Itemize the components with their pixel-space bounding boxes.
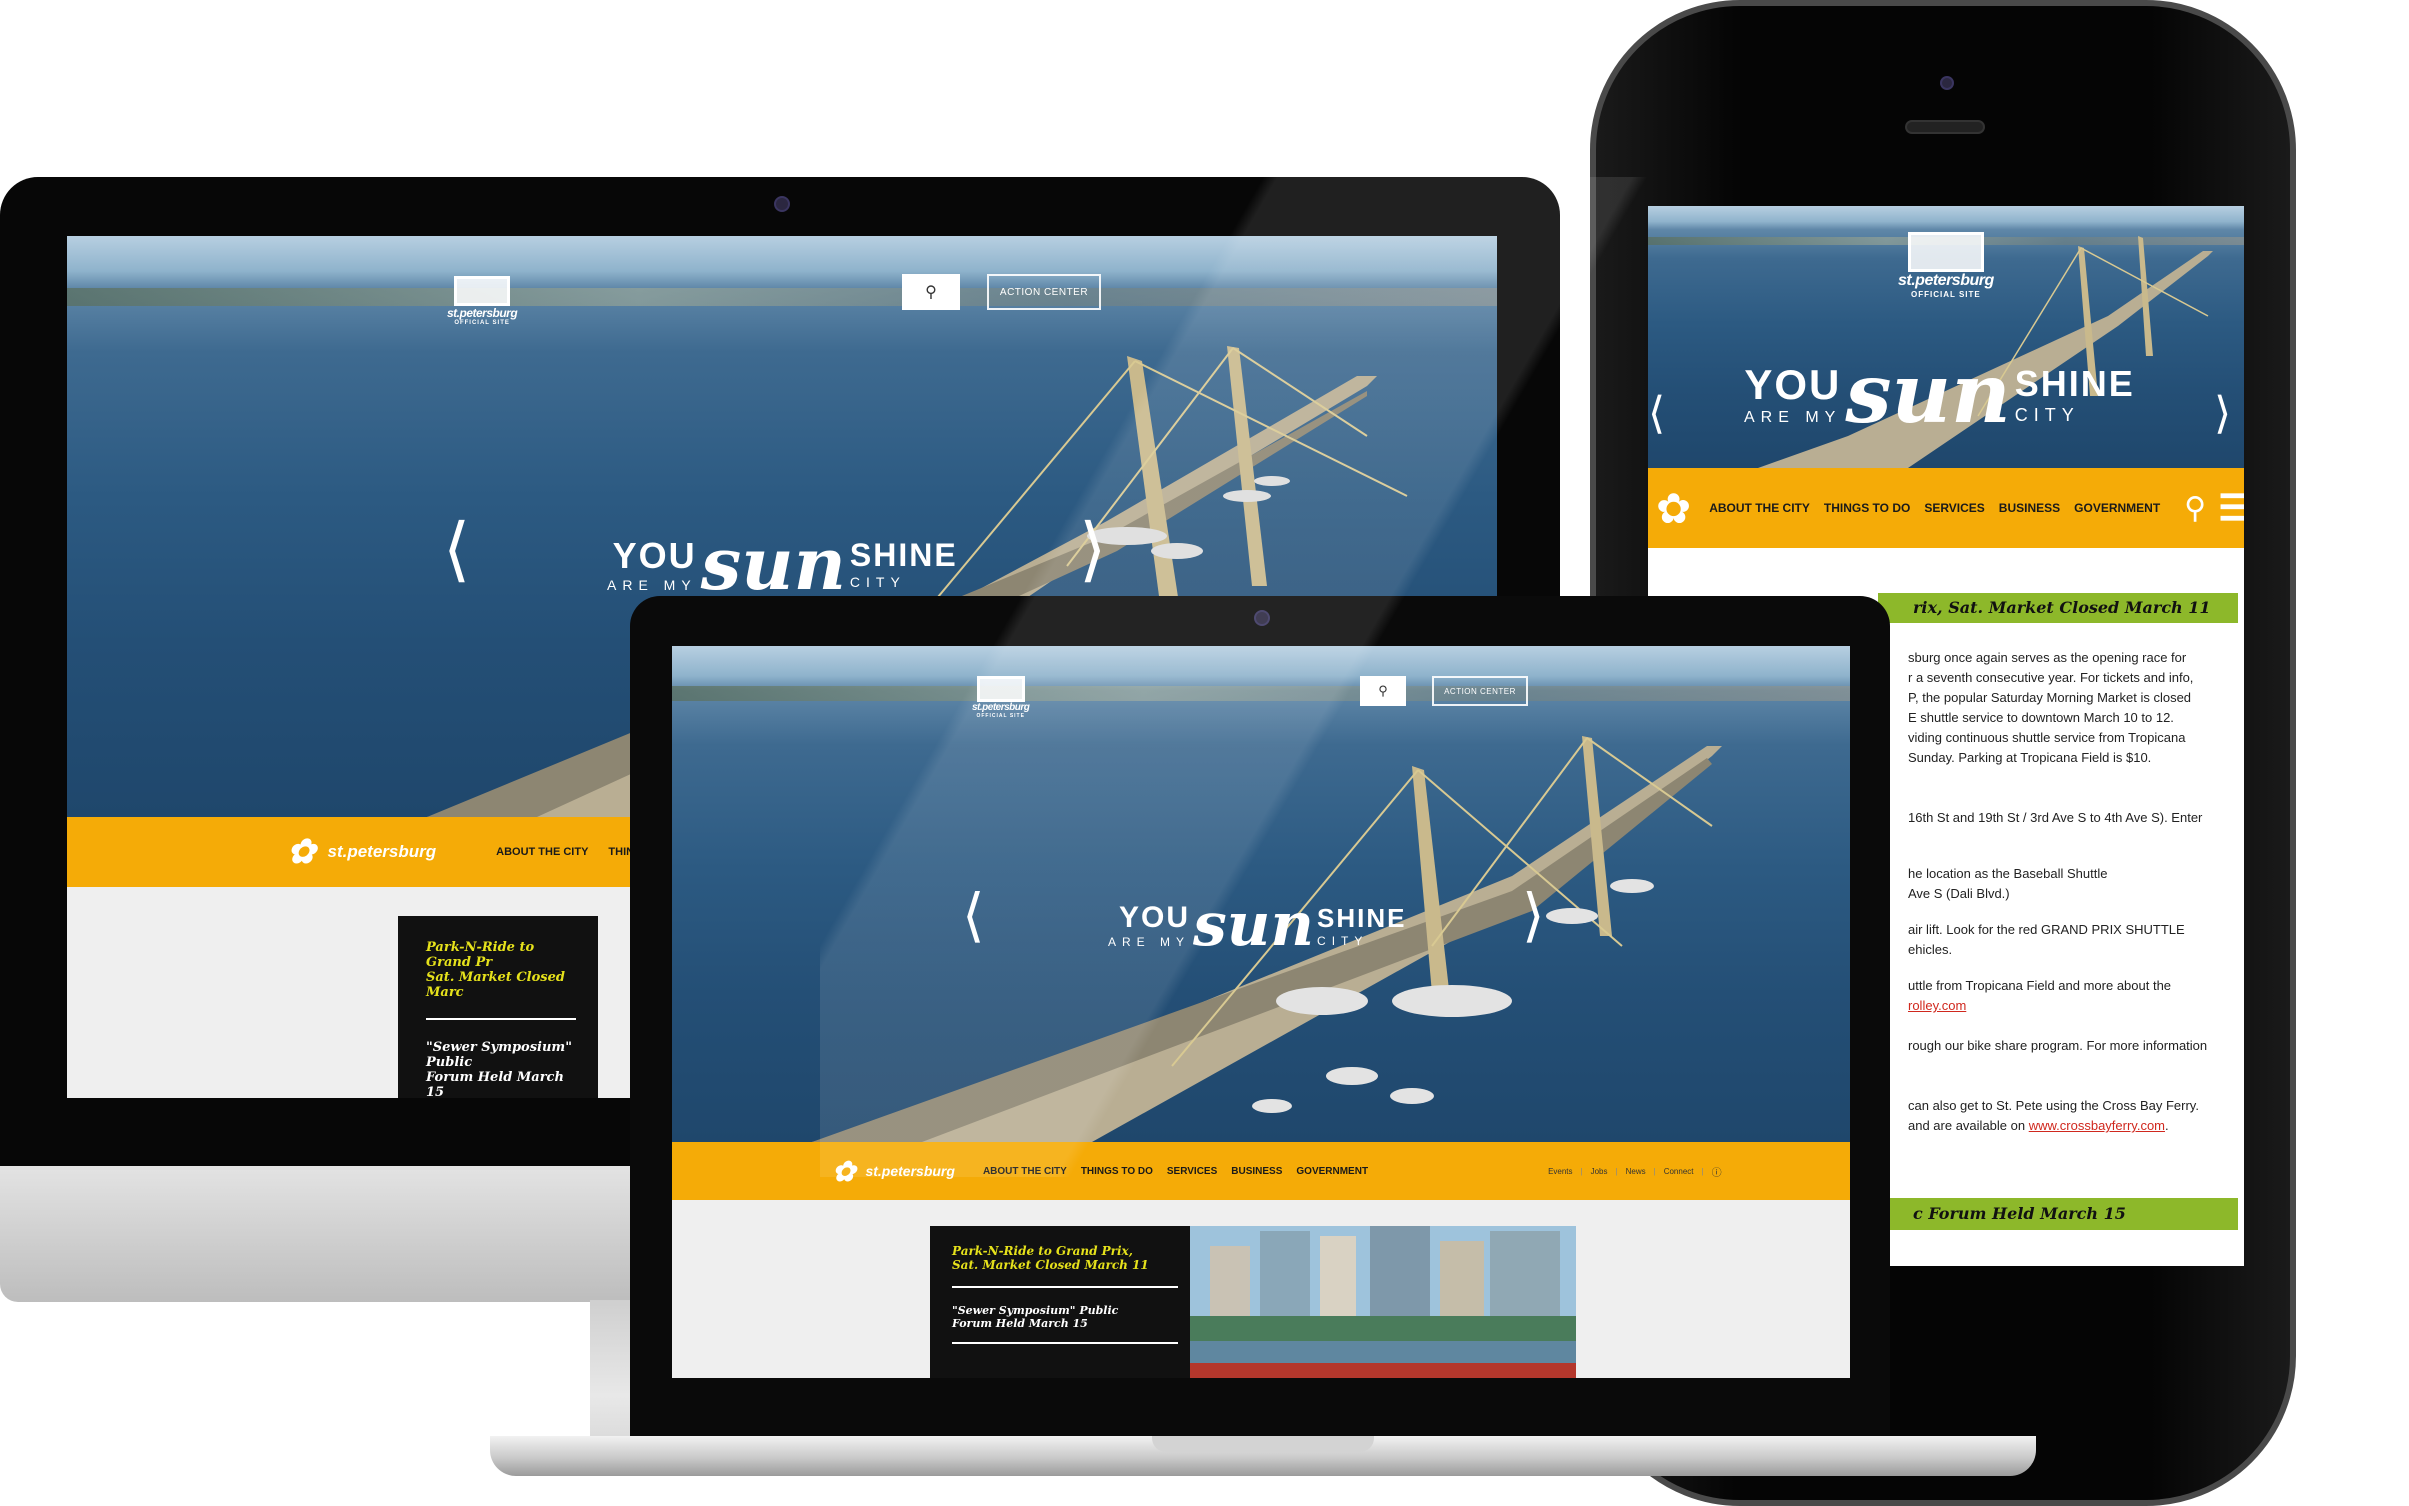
hero-tagline: YOU ARE MY sun SHINE CITY <box>607 521 958 606</box>
news-item[interactable]: "Sewer Symposium" Public Forum Held Marc… <box>426 1040 576 1098</box>
laptop-news-panel: Park-N-Ride to Grand Prix, Sat. Market C… <box>930 1226 1190 1378</box>
utility-jobs[interactable]: Jobs <box>1591 1167 1608 1176</box>
carousel-next-icon[interactable]: ⟩ <box>2214 392 2231 436</box>
search-icon: ⚲ <box>925 284 937 301</box>
nav-things-to-do[interactable]: THINGS TO DO <box>1081 1166 1153 1177</box>
laptop-navbar: ✿ st.petersburg ABOUT THE CITY THINGS TO… <box>672 1142 1850 1200</box>
nav-about-the-city[interactable]: ABOUT THE CITY <box>1709 501 1810 515</box>
search-icon[interactable]: ⚲ <box>2184 491 2206 526</box>
utility-news[interactable]: News <box>1626 1167 1646 1176</box>
nav-services[interactable]: SERVICES <box>1167 1166 1217 1177</box>
pelican-icon[interactable]: ✿ <box>1656 484 1691 533</box>
news-item[interactable]: "Sewer Symposium" Public Forum Held Marc… <box>952 1304 1178 1344</box>
action-center-button[interactable]: ACTION CENTER <box>987 274 1101 310</box>
news-item[interactable]: Park-N-Ride to Grand Pr Sat. Market Clos… <box>426 940 576 1020</box>
desktop-logo[interactable]: st.petersburg OFFICIAL SITE <box>447 276 518 326</box>
pelican-logo-icon <box>454 276 511 306</box>
phone-speaker <box>1905 120 1985 134</box>
laptop-camera <box>1254 610 1270 626</box>
marina-photo <box>1190 1226 1576 1378</box>
pelican-icon: ✿ <box>832 1155 856 1187</box>
nav-government[interactable]: GOVERNMENT <box>2074 501 2160 515</box>
phone-navbar: ✿ ABOUT THE CITY THINGS TO DO SERVICES B… <box>1648 468 2244 548</box>
action-center-button[interactable]: ACTION CENTER <box>1432 676 1528 706</box>
nav-business[interactable]: BUSINESS <box>1231 1166 1282 1177</box>
news-item[interactable]: Park-N-Ride to Grand Prix, Sat. Market C… <box>952 1244 1178 1288</box>
nav-about-the-city[interactable]: ABOUT THE CITY <box>983 1166 1067 1177</box>
search-button[interactable]: ⚲ <box>1360 676 1406 706</box>
nav-things-to-do[interactable]: THINGS TO DO <box>1824 501 1910 515</box>
laptop-brand[interactable]: ✿ st.petersburg <box>832 1155 955 1188</box>
nav-government[interactable]: GOVERNMENT <box>1296 1166 1368 1177</box>
monitor-camera <box>774 196 790 212</box>
pelican-logo-icon <box>976 676 1025 702</box>
nav-business[interactable]: BUSINESS <box>1999 501 2060 515</box>
utility-connect[interactable]: Connect <box>1664 1167 1694 1176</box>
utility-links: Events | Jobs | News | Connect | ⓘ <box>1548 1164 1722 1179</box>
ferry-link[interactable]: www.crossbayferry.com <box>2029 1118 2165 1133</box>
phone-hero: st.petersburg OFFICIAL SITE ⟨ ⟩ YOU ARE … <box>1648 206 2244 468</box>
carousel-prev-icon[interactable]: ⟨ <box>443 514 470 584</box>
pelican-icon: ✿ <box>287 833 316 871</box>
hero-tagline: YOU ARE MY sun SHINE CITY <box>1744 346 2135 442</box>
carousel-prev-icon[interactable]: ⟨ <box>962 886 985 944</box>
info-icon[interactable]: ⓘ <box>1712 1164 1722 1179</box>
nav-about-the-city[interactable]: ABOUT THE CITY <box>496 846 588 858</box>
hero-tagline: YOU ARE MY sun SHINE CITY <box>1108 890 1407 960</box>
nav-services[interactable]: SERVICES <box>1924 501 1984 515</box>
search-button[interactable]: ⚲ <box>902 274 960 310</box>
menu-icon[interactable]: ☰ <box>2218 487 2244 529</box>
search-icon: ⚲ <box>1378 683 1388 698</box>
laptop-logo[interactable]: st.petersburg OFFICIAL SITE <box>972 676 1030 719</box>
article-title[interactable]: rix, Sat. Market Closed March 11 <box>1913 598 2211 617</box>
carousel-prev-icon[interactable]: ⟨ <box>1648 392 1665 436</box>
second-title[interactable]: c Forum Held March 15 <box>1913 1204 2126 1223</box>
laptop-hero: st.petersburg OFFICIAL SITE ⚲ ACTION CEN… <box>672 646 1850 1142</box>
laptop-trackpad-notch <box>1152 1436 1374 1452</box>
laptop-screen: st.petersburg OFFICIAL SITE ⚲ ACTION CEN… <box>672 646 1850 1378</box>
carousel-next-icon[interactable]: ⟩ <box>1079 514 1106 584</box>
desktop-news-panel: Park-N-Ride to Grand Pr Sat. Market Clos… <box>398 916 598 1098</box>
phone-logo[interactable]: st.petersburg OFFICIAL SITE <box>1898 232 1994 299</box>
article-body: sburg once again serves as the opening r… <box>1908 648 2238 1136</box>
carousel-next-icon[interactable]: ⟩ <box>1522 886 1545 944</box>
utility-events[interactable]: Events <box>1548 1167 1572 1176</box>
trolley-link[interactable]: rolley.com <box>1908 996 2238 1016</box>
phone-camera <box>1940 76 1954 90</box>
desktop-brand[interactable]: ✿ st.petersburg <box>287 832 436 872</box>
pelican-logo-icon <box>1907 232 1984 272</box>
